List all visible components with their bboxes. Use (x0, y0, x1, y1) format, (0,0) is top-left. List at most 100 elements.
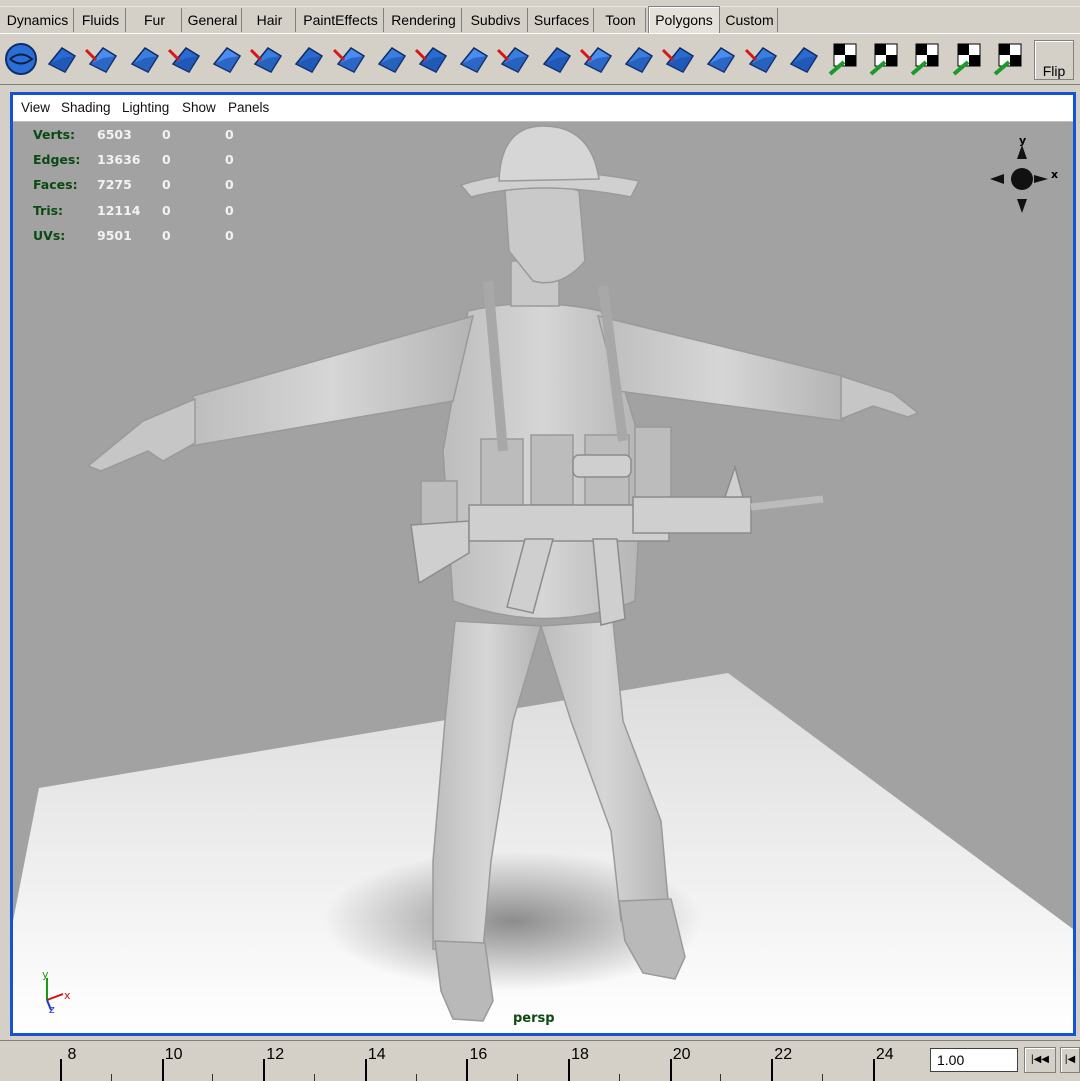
smooth-proxy-icon[interactable] (208, 40, 246, 78)
axis-x-label: x (64, 989, 71, 1002)
viewport-scene[interactable] (13, 121, 1073, 1033)
vest-pouch-2 (530, 434, 574, 506)
frame-label: 24 (875, 1046, 894, 1063)
tab-painteffects[interactable]: PaintEffects (298, 8, 384, 32)
merge-faces-icon[interactable] (661, 40, 699, 78)
frame-label: 22 (774, 1046, 793, 1063)
transform-component-icon[interactable] (744, 40, 782, 78)
hud-row-tris: Tris: 12114 0 0 (33, 203, 253, 221)
tab-custom[interactable]: Custom (722, 8, 778, 32)
major-tick (60, 1059, 62, 1081)
split-polygon-icon[interactable] (290, 40, 328, 78)
hud-row-edges: Edges: 13636 0 0 (33, 152, 253, 170)
hud-value-total: 9501 (97, 228, 132, 243)
tab-rendering[interactable]: Rendering (386, 8, 462, 32)
tab-toon[interactable]: Toon (596, 8, 646, 32)
poke-face-icon[interactable] (579, 40, 617, 78)
left-arm (190, 314, 475, 447)
duplicate-face-icon[interactable] (496, 40, 534, 78)
tab-polygons[interactable]: Polygons (648, 6, 720, 34)
hud-label: UVs: (33, 228, 66, 243)
major-tick (161, 1059, 164, 1081)
split-edge-icon[interactable] (538, 40, 576, 78)
major-tick (263, 1059, 266, 1081)
time-slider[interactable]: 8 10 12 14 16 18 20 22 24 1.00 |◀◀ |◀ (0, 1040, 1080, 1081)
extract-icon[interactable] (167, 40, 205, 78)
axis-indicator-icon: y x z (42, 968, 71, 1014)
mirror-icon[interactable] (702, 40, 740, 78)
tab-dynamics[interactable]: Dynamics (2, 8, 74, 32)
left-hand (86, 397, 196, 472)
wedge-face-icon[interactable] (620, 40, 658, 78)
uv-editor-icon[interactable] (991, 40, 1029, 78)
hud-value-component: 0 (225, 127, 234, 142)
go-to-start-button[interactable]: |◀◀ (1024, 1047, 1056, 1073)
bridge-icon[interactable] (455, 40, 493, 78)
hud-label: Faces: (33, 177, 78, 192)
top-strip (0, 0, 1080, 7)
axis-y-label: y (42, 968, 49, 981)
planar-map-icon[interactable] (785, 40, 823, 78)
spherical-map-icon[interactable] (867, 40, 905, 78)
shelf-tab-bar: Dynamics Fluids Fur General Hair PaintEf… (0, 0, 1080, 36)
axis-z-label: z (49, 1003, 55, 1014)
view-compass-icon[interactable]: y x (988, 133, 1058, 217)
frame-label: 8 (67, 1046, 77, 1063)
step-back-button[interactable]: |◀ (1060, 1047, 1080, 1073)
flip-button[interactable]: Flip (1034, 40, 1074, 80)
tab-hair[interactable]: Hair (244, 8, 296, 32)
extrude-face-icon[interactable] (332, 40, 370, 78)
menu-panels[interactable]: Panels (228, 100, 269, 115)
current-frame-field[interactable]: 1.00 (930, 1048, 1018, 1072)
combine-icon[interactable] (84, 40, 122, 78)
rifle-scope (572, 454, 632, 478)
hud-label: Edges: (33, 152, 81, 167)
menu-show[interactable]: Show (182, 100, 216, 115)
camera-name: persp (513, 1011, 555, 1026)
cylindrical-map-icon[interactable] (826, 40, 864, 78)
menu-shading[interactable]: Shading (61, 100, 111, 115)
major-tick (364, 1059, 367, 1081)
tab-general[interactable]: General (184, 8, 242, 32)
right-hand (840, 374, 920, 421)
frame-label: 16 (469, 1046, 488, 1063)
hud-value-selected: 0 (162, 203, 171, 218)
menu-lighting[interactable]: Lighting (122, 100, 169, 115)
hud-value-total: 13636 (97, 152, 141, 167)
separate-icon[interactable] (126, 40, 164, 78)
frame-label: 18 (571, 1046, 589, 1063)
frame-label: 20 (672, 1046, 691, 1063)
vest-pouch-4 (634, 426, 672, 500)
frame-label: 10 (164, 1046, 183, 1063)
panel-menu-bar: View Shading Lighting Show Panels (13, 95, 1073, 122)
compass-x-label: x (1051, 168, 1058, 181)
major-tick (466, 1059, 469, 1081)
cut-faces-icon[interactable] (249, 40, 287, 78)
tab-subdivs[interactable]: Subdivs (464, 8, 528, 32)
tab-divider (0, 33, 1080, 34)
texture-editor-icon[interactable] (950, 40, 988, 78)
extrude-edge-icon[interactable] (373, 40, 411, 78)
hud-value-component: 0 (225, 228, 234, 243)
major-tick (872, 1059, 875, 1081)
hud-value-total: 7275 (97, 177, 132, 192)
frame-label: 14 (367, 1046, 386, 1063)
tab-surfaces[interactable]: Surfaces (530, 8, 594, 32)
major-tick (669, 1059, 672, 1081)
automatic-map-icon[interactable] (908, 40, 946, 78)
menu-view[interactable]: View (21, 100, 50, 115)
hud-value-total: 12114 (97, 203, 141, 218)
tab-fluids[interactable]: Fluids (76, 8, 126, 32)
perspective-viewport-panel[interactable]: View Shading Lighting Show Panels Verts:… (10, 92, 1076, 1036)
tab-fur[interactable]: Fur (128, 8, 182, 32)
rifle-barrel (750, 495, 824, 511)
hud-value-component: 0 (225, 177, 234, 192)
shell-icon[interactable] (43, 40, 81, 78)
bevel-icon[interactable] (414, 40, 452, 78)
major-tick (771, 1059, 774, 1081)
sphere-icon[interactable] (2, 40, 40, 78)
frame-label: 12 (266, 1046, 285, 1063)
hud-row-faces: Faces: 7275 0 0 (33, 177, 253, 195)
hud-value-selected: 0 (162, 127, 171, 142)
hud-value-component: 0 (225, 152, 234, 167)
